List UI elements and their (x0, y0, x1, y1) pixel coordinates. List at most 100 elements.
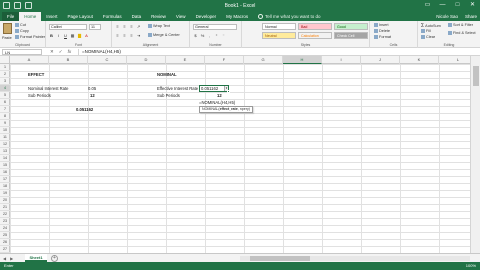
paste-button[interactable]: Paste (2, 36, 12, 40)
tab-insert[interactable]: Insert (41, 12, 62, 21)
cell-b4[interactable]: Nominal Interest Rate (28, 85, 69, 92)
style-neutral[interactable]: Neutral (262, 32, 296, 39)
format-cells-button[interactable]: Format (374, 35, 391, 39)
wrap-text-button[interactable]: Wrap Text (148, 24, 170, 28)
name-box[interactable]: LN (2, 49, 42, 55)
next-sheet-icon[interactable]: ▶ (10, 255, 13, 262)
align-left-icon[interactable]: ≡ (115, 33, 120, 38)
borders-icon[interactable]: ▦ (70, 33, 75, 38)
row-header-26[interactable]: 26 (0, 239, 10, 246)
row-header-10[interactable]: 10 (0, 127, 10, 134)
style-calculation[interactable]: Calculation (298, 32, 332, 39)
decrease-decimal-icon[interactable]: ⁻ (221, 33, 226, 38)
font-name-dropdown[interactable]: Calibri (49, 24, 87, 30)
italic-icon[interactable]: I (56, 33, 61, 38)
column-header-d[interactable]: D (127, 56, 166, 64)
horizontal-scroll-thumb[interactable] (250, 256, 310, 261)
column-header-j[interactable]: J (361, 56, 400, 64)
orientation-icon[interactable]: ↗ (136, 24, 141, 29)
cell-b2[interactable]: EFFECT (28, 71, 44, 78)
align-bottom-icon[interactable]: ≡ (129, 24, 134, 29)
tab-page-layout[interactable]: Page Layout (63, 12, 98, 21)
align-middle-icon[interactable]: ≡ (122, 24, 127, 29)
maximize-icon[interactable]: □ (454, 2, 461, 9)
row-header-21[interactable]: 21 (0, 204, 10, 211)
percent-icon[interactable]: % (200, 33, 205, 38)
column-header-e[interactable]: E (166, 56, 205, 64)
row-header-23[interactable]: 23 (0, 218, 10, 225)
column-header-h[interactable]: H (283, 56, 322, 64)
zoom-level[interactable]: 100% (466, 262, 476, 270)
indent-icon[interactable]: ⇥ (136, 33, 141, 38)
row-header-13[interactable]: 13 (0, 148, 10, 155)
row-header-11[interactable]: 11 (0, 134, 10, 141)
tab-file[interactable]: File (2, 12, 20, 21)
select-all-corner[interactable] (0, 56, 10, 64)
ribbon-display-icon[interactable]: ▭ (424, 2, 431, 9)
tab-my-macros[interactable]: My Macros (221, 12, 253, 21)
row-header-19[interactable]: 19 (0, 190, 10, 197)
style-good[interactable]: Good (334, 23, 368, 30)
horizontal-scrollbar[interactable] (240, 256, 470, 261)
worksheet-grid[interactable]: EFFECT Nominal Interest Rate Sub Periods… (10, 64, 470, 253)
merge-center-button[interactable]: Merge & Center (148, 33, 180, 37)
tab-developer[interactable]: Developer (191, 12, 222, 21)
sheet-tab-sheet1[interactable]: Sheet1 (25, 254, 47, 262)
delete-cells-button[interactable]: Delete (374, 29, 390, 33)
column-header-a[interactable]: A (10, 56, 49, 64)
cell-h2[interactable]: NOMINAL (157, 71, 177, 78)
fill-button[interactable]: Fill (421, 29, 431, 33)
row-header-4[interactable]: 4 (0, 85, 10, 92)
row-header-16[interactable]: 16 (0, 169, 10, 176)
vertical-scroll-thumb[interactable] (473, 66, 479, 86)
tab-formulas[interactable]: Formulas (98, 12, 127, 21)
copy-button[interactable]: Copy (15, 29, 29, 33)
row-header-20[interactable]: 20 (0, 197, 10, 204)
cell-b5[interactable]: Sub Periods (28, 92, 51, 99)
cell-d7[interactable]: 0.051162 (76, 106, 93, 113)
row-header-27[interactable]: 27 (0, 246, 10, 253)
formula-input[interactable]: =NOMINAL(H4,H5) (78, 49, 478, 55)
active-cell-i4[interactable]: 0.051162 ▾ (199, 85, 230, 93)
increase-decimal-icon[interactable]: ⁺ (214, 33, 219, 38)
minimize-icon[interactable]: — (439, 2, 446, 9)
style-normal[interactable]: Normal (262, 23, 296, 30)
cell-i5[interactable]: 12 (217, 92, 222, 99)
row-header-6[interactable]: 6 (0, 99, 10, 106)
tab-review[interactable]: Review (146, 12, 171, 21)
cell-h5[interactable]: Sub Periods (157, 92, 180, 99)
row-header-17[interactable]: 17 (0, 176, 10, 183)
cell-h4[interactable]: Effective Interest Rate (157, 85, 198, 92)
fill-color-icon[interactable]: ▇ (77, 33, 82, 38)
column-header-b[interactable]: B (49, 56, 88, 64)
align-center-icon[interactable]: ≡ (122, 33, 127, 38)
row-header-3[interactable]: 3 (0, 78, 10, 85)
font-size-dropdown[interactable]: 11 (89, 24, 101, 30)
prev-sheet-icon[interactable]: ◀ (3, 255, 6, 262)
share-button[interactable]: Share (465, 13, 477, 20)
align-top-icon[interactable]: ≡ (115, 24, 120, 29)
close-icon[interactable]: ✕ (469, 2, 476, 9)
insert-cells-button[interactable]: Insert (374, 23, 389, 27)
column-header-g[interactable]: G (244, 56, 283, 64)
bold-icon[interactable]: B (49, 33, 54, 38)
font-color-icon[interactable]: A (84, 33, 89, 38)
row-header-7[interactable]: 7 (0, 106, 10, 113)
cell-d4[interactable]: 0.05 (88, 85, 96, 92)
number-format-dropdown[interactable]: General (193, 24, 237, 30)
align-right-icon[interactable]: ≡ (129, 33, 134, 38)
row-header-22[interactable]: 22 (0, 211, 10, 218)
row-header-24[interactable]: 24 (0, 225, 10, 232)
column-header-c[interactable]: C (88, 56, 127, 64)
format-painter-button[interactable]: Format Painter (15, 35, 45, 39)
row-header-8[interactable]: 8 (0, 113, 10, 120)
enter-icon[interactable]: ✓ (59, 49, 63, 55)
row-header-1[interactable]: 1 (0, 64, 10, 71)
fill-handle[interactable] (227, 90, 230, 93)
row-header-25[interactable]: 25 (0, 232, 10, 239)
row-header-18[interactable]: 18 (0, 183, 10, 190)
style-check-cell[interactable]: Check Cell (334, 32, 368, 39)
tab-data[interactable]: Data (127, 12, 147, 21)
column-header-k[interactable]: K (400, 56, 439, 64)
row-header-12[interactable]: 12 (0, 141, 10, 148)
